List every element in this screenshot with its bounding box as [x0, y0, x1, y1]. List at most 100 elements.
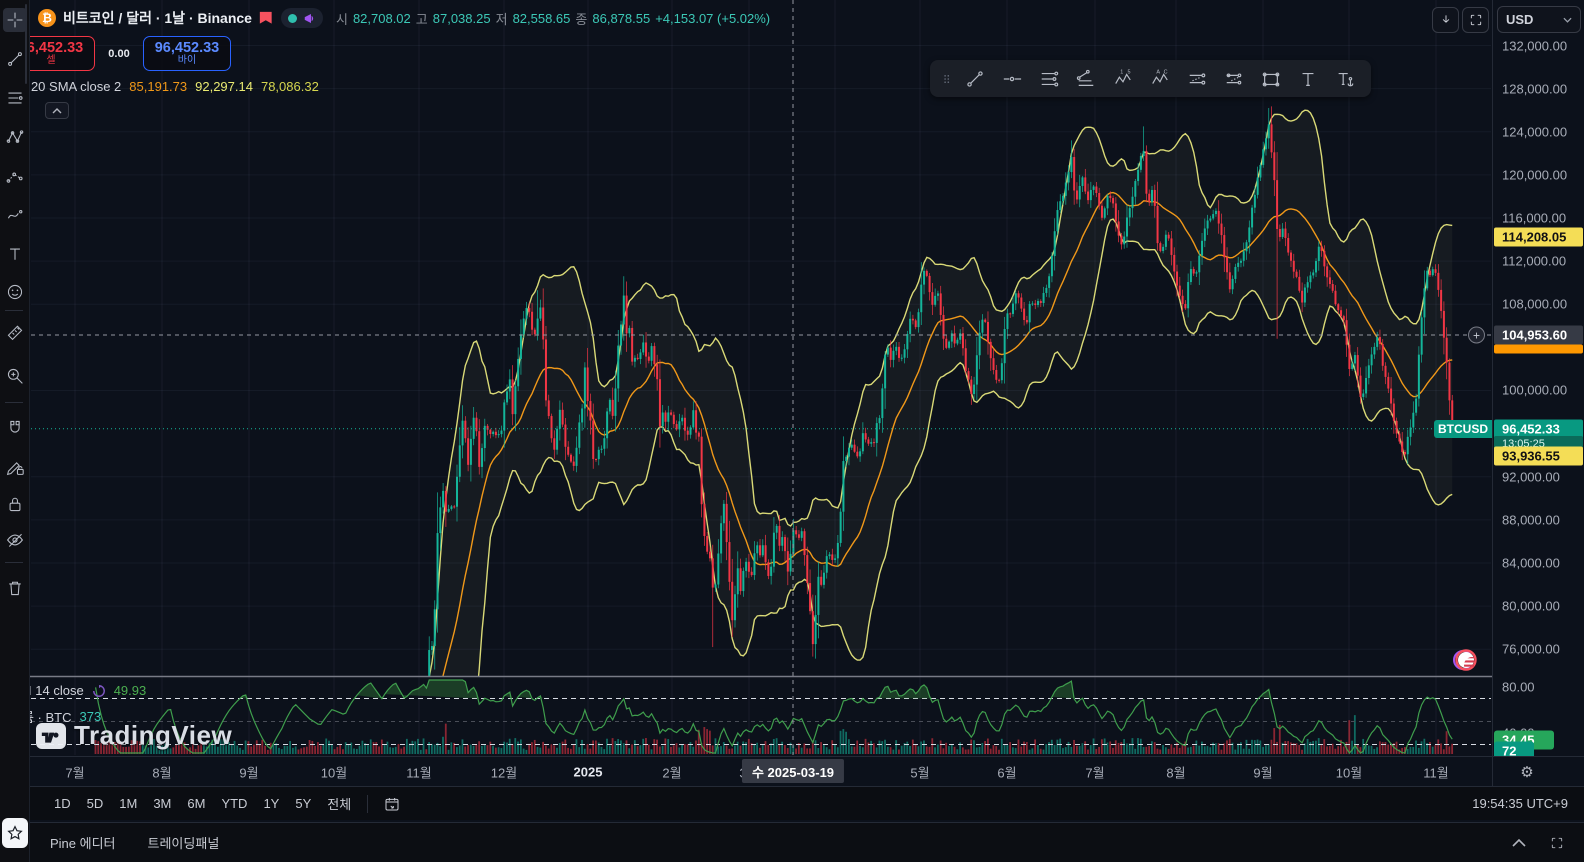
bb-indicator-legend[interactable]: BB 20 SMA close 2 85,191.73 92,297.14 78… — [10, 79, 319, 94]
prediction-tool-button[interactable] — [3, 164, 27, 188]
price-axis-tick: 120,000.00 — [1502, 167, 1568, 183]
crosshair-tool-button[interactable] — [3, 8, 27, 32]
price-axis[interactable]: USD 132,000.00 128,000.00 124,000.00 120,00… — [1492, 0, 1584, 761]
economic-event-flag-icon[interactable] — [1452, 647, 1478, 673]
buy-button[interactable]: 96,452.33 바이 — [143, 36, 231, 71]
legend-collapse-button[interactable] — [45, 102, 69, 119]
loading-spinner-icon — [92, 684, 105, 697]
clock-timezone-button[interactable]: 19:54:35 UTC+9 — [1472, 796, 1568, 811]
elliott-impulse-button[interactable]: 15 — [1106, 64, 1139, 94]
elliott-correction-button[interactable]: AC — [1143, 64, 1176, 94]
brush-tool-button[interactable] — [3, 203, 27, 227]
panel-maximize-icon[interactable] — [1550, 836, 1564, 850]
elliott-correction-icon: AC — [1151, 69, 1168, 84]
price-axis-tick: 132,000.00 — [1502, 38, 1568, 53]
go-to-date-button[interactable] — [376, 792, 408, 816]
fib-levels-icon — [1041, 71, 1058, 86]
range-button-5y[interactable]: 5Y — [287, 792, 319, 815]
trend-line-button[interactable] — [958, 64, 991, 94]
drawing-lock-button[interactable] — [3, 455, 27, 479]
flat-channel-button[interactable] — [1217, 64, 1250, 94]
floating-draw-toolbar: 15 AC — [930, 60, 1371, 97]
currency-dropdown[interactable]: USD — [1497, 6, 1581, 33]
rsi-indicator-legend[interactable]: RSI 14 close 49.93 — [10, 683, 146, 698]
hide-drawings-button[interactable] — [3, 528, 27, 552]
time-axis-label: 7월 — [65, 765, 85, 780]
tradingview-logo-icon — [36, 722, 66, 749]
time-axis-label: 2025 — [573, 764, 603, 779]
market-open-dot-icon — [287, 13, 297, 23]
chevron-down-icon — [1563, 17, 1572, 23]
emoji-tool-button[interactable] — [3, 280, 27, 304]
range-button-ytd[interactable]: YTD — [213, 792, 255, 815]
trend-line-tool-button[interactable] — [3, 47, 27, 71]
buy-price: 96,452.33 — [154, 39, 220, 56]
favorites-star-button[interactable] — [2, 818, 28, 848]
range-button-5d[interactable]: 5D — [79, 792, 112, 815]
xabcd-pattern-tool-button[interactable] — [3, 125, 27, 149]
sidebar-divider — [5, 310, 23, 311]
range-button-1y[interactable]: 1Y — [255, 792, 287, 815]
zoom-in-tool-button[interactable] — [3, 364, 27, 388]
fib-levels-button[interactable] — [1032, 64, 1065, 94]
fib-retracement-tool-button[interactable] — [3, 86, 27, 110]
ohlc-values-row: 시 82,708.02 고 87,038.25 저 82,558.65 종 86,878… — [336, 9, 770, 28]
tab-trading-panel[interactable]: 트레이딩패널 — [148, 833, 220, 852]
time-axis-label: 8월 — [1166, 765, 1186, 780]
sidebar-divider — [5, 562, 23, 563]
axis-settings-gear-icon[interactable]: ⚙ — [1520, 763, 1533, 781]
high-value: 87,038.25 — [432, 10, 491, 26]
chart-canvas[interactable] — [30, 0, 1492, 756]
remove-drawings-button[interactable] — [3, 576, 27, 600]
time-axis-label: 10월 — [1335, 765, 1363, 780]
range-button-6m[interactable]: 6M — [179, 792, 213, 815]
time-axis[interactable]: 7월8월9월10월11월12월20252월3월4월5월6월7월8월9월10월11… — [0, 756, 1584, 787]
time-axis-label: 11월 — [406, 765, 432, 780]
time-axis-label: 9월 — [1253, 765, 1273, 780]
add-alert-plus-icon[interactable]: + — [1468, 326, 1485, 344]
download-button[interactable] — [1432, 7, 1459, 33]
parallel-channel-button[interactable] — [1180, 64, 1213, 94]
fullscreen-icon — [1470, 14, 1481, 26]
rectangle-button[interactable] — [1254, 64, 1287, 94]
toolbar-drag-handle[interactable] — [940, 69, 954, 89]
horizontal-line-button[interactable] — [995, 64, 1028, 94]
star-icon — [7, 825, 23, 840]
text-button[interactable] — [1291, 64, 1324, 94]
bb-lower-value: 78,086.32 — [260, 79, 319, 94]
bottom-range-toolbar: 1D 5D 1M 3M 6M YTD 1Y 5Y 전체 19:54:35 UTC+9 — [30, 786, 1584, 820]
xabcd-pattern-tool-icon — [6, 130, 24, 143]
lock-all-button[interactable] — [3, 492, 27, 516]
anchored-text-button[interactable] — [1328, 64, 1361, 94]
bb-basis-price-label-partial — [1494, 344, 1583, 354]
range-button-1m[interactable]: 1M — [111, 792, 145, 815]
anchored-text-icon — [1338, 72, 1353, 86]
text-tool-button[interactable] — [3, 242, 27, 266]
price-axis-tick: 128,000.00 — [1502, 81, 1568, 97]
range-button-1d[interactable]: 1D — [46, 792, 79, 815]
drawing-tools-sidebar — [0, 0, 30, 862]
close-label: 종 — [575, 11, 588, 27]
panel-expand-chevron-icon[interactable] — [1512, 838, 1526, 847]
text-tool-icon — [10, 248, 20, 260]
rsi-axis-tick: 80.00 — [1502, 679, 1535, 695]
time-axis-label: 10월 — [320, 765, 348, 780]
download-icon — [1442, 15, 1449, 23]
fullscreen-button[interactable] — [1462, 7, 1489, 33]
ruler-tool-icon — [7, 325, 23, 341]
chart-plot-area[interactable] — [30, 0, 1492, 756]
time-axis-label: 6월 — [997, 765, 1017, 780]
tab-pine-editor[interactable]: Pine 에디터 — [50, 833, 116, 852]
ruler-tool-button[interactable] — [3, 320, 27, 344]
magnet-tool-button[interactable] — [3, 416, 27, 440]
text-icon — [1302, 72, 1313, 86]
horizontal-line-icon — [1003, 76, 1021, 81]
symbol-title[interactable]: 비트코인 / 달러 · 1날 · Binance — [63, 8, 252, 28]
range-button-3m[interactable]: 3M — [145, 792, 179, 815]
change-value: +4,153.07 (+5.02%) — [655, 10, 771, 26]
trend-fib-button[interactable] — [1069, 64, 1102, 94]
market-status-pill[interactable] — [280, 8, 323, 28]
brush-tool-icon — [7, 210, 23, 219]
range-button-전체[interactable]: 전체 — [319, 790, 359, 817]
flag-icon[interactable] — [259, 11, 274, 26]
